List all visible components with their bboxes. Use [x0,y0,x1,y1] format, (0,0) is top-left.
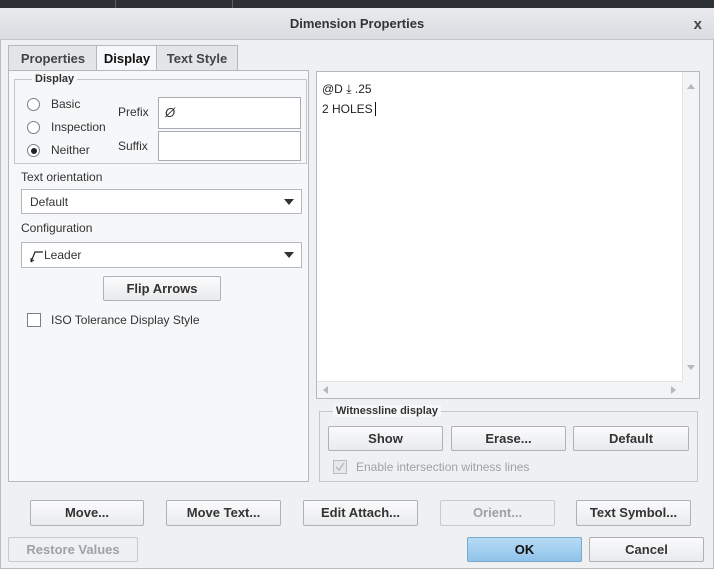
prefix-input[interactable]: Ø [158,97,301,129]
radio-neither[interactable] [27,144,40,157]
tab-properties[interactable]: Properties [8,45,98,72]
background-window-strip [0,0,714,8]
tab-display[interactable]: Display [96,45,158,73]
radio-basic[interactable] [27,98,40,111]
default-button[interactable]: Default [573,426,689,451]
text-line-1-suffix: .25 [354,82,372,96]
iso-tolerance-checkbox[interactable] [27,313,41,327]
suffix-label: Suffix [118,139,148,153]
scroll-up-icon[interactable] [687,84,695,89]
radio-basic-label: Basic [51,97,81,111]
scroll-down-icon[interactable] [687,365,695,370]
erase-button[interactable]: Erase... [451,426,566,451]
dimension-text-area[interactable]: @D ⤓ .25 2 HOLES [316,71,700,399]
text-orientation-label: Text orientation [21,170,103,184]
tab-text-style[interactable]: Text Style [156,45,238,72]
witnessline-group-title: Witnessline display [333,405,441,417]
leader-icon [30,251,43,263]
scroll-left-icon[interactable] [323,386,328,394]
intersection-witness-label: Enable intersection witness lines [356,460,530,474]
cancel-button[interactable]: Cancel [589,537,704,562]
suffix-input[interactable] [158,131,301,161]
text-caret [375,102,376,116]
scroll-corner [682,381,699,398]
configuration-select[interactable]: Leader [21,242,302,268]
iso-tolerance-label: ISO Tolerance Display Style [51,313,200,327]
radio-inspection-label: Inspection [51,120,106,134]
orient-button[interactable]: Orient... [440,500,555,526]
close-icon[interactable]: x [694,16,702,33]
configuration-label: Configuration [21,221,93,235]
intersection-witness-checkbox[interactable] [333,460,347,474]
edit-attach-button[interactable]: Edit Attach... [303,500,418,526]
depth-symbol: ⤓ [346,82,352,96]
flip-arrows-button[interactable]: Flip Arrows [103,276,221,301]
text-symbol-button[interactable]: Text Symbol... [576,500,691,526]
text-line-1: @D ⤓ .25 [322,82,372,97]
radio-neither-label: Neither [51,143,90,157]
chevron-down-icon [284,199,294,205]
restore-values-button[interactable]: Restore Values [8,537,138,562]
dialog-title: Dimension Properties [0,8,714,40]
horizontal-scrollbar[interactable] [317,381,683,398]
display-group-title: Display [32,73,78,85]
move-text-button[interactable]: Move Text... [166,500,281,526]
text-line-2-value: 2 HOLES [322,102,373,116]
text-orientation-select[interactable]: Default [21,189,302,214]
radio-inspection[interactable] [27,121,40,134]
show-button[interactable]: Show [328,426,443,451]
text-line-2: 2 HOLES [322,102,373,116]
prefix-label: Prefix [118,105,149,119]
configuration-value: Leader [44,248,82,262]
check-icon [335,462,345,472]
text-line-1-prefix: @D [322,82,343,96]
ok-button[interactable]: OK [467,537,582,562]
vertical-scrollbar[interactable] [682,72,699,382]
scroll-right-icon[interactable] [671,386,676,394]
text-orientation-value: Default [30,195,69,209]
move-button[interactable]: Move... [30,500,144,526]
chevron-down-icon [284,252,294,258]
